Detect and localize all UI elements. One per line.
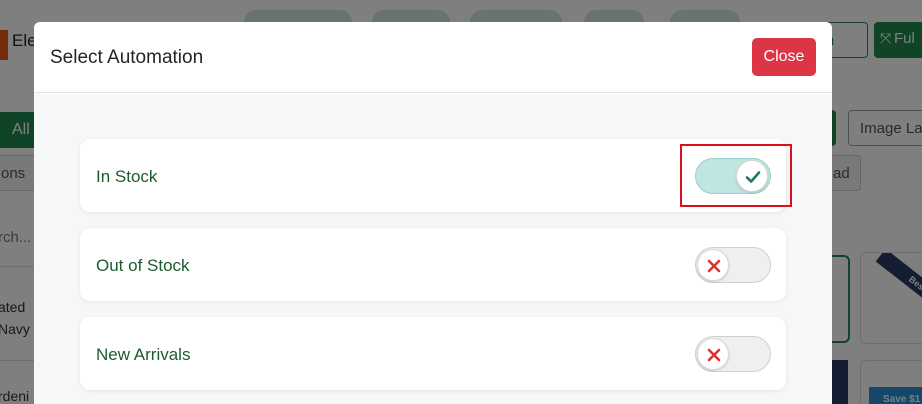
automation-row-out-of-stock: Out of Stock — [80, 228, 786, 301]
out-of-stock-toggle[interactable] — [695, 247, 771, 283]
x-icon — [707, 259, 721, 273]
x-icon — [707, 348, 721, 362]
modal-title: Select Automation — [50, 47, 204, 68]
automation-label: Out of Stock — [96, 256, 190, 275]
toggle-knob — [697, 338, 729, 370]
automation-label: In Stock — [96, 167, 158, 186]
automation-label: New Arrivals — [96, 345, 191, 364]
select-automation-modal: Select Automation Close In Stock Out of … — [34, 22, 832, 404]
modal-header: Select Automation Close — [34, 22, 832, 93]
modal-body: In Stock Out of Stock New Arrivals — [34, 94, 832, 404]
toggle-knob — [697, 249, 729, 281]
new-arrivals-toggle[interactable] — [695, 336, 771, 372]
automation-row-new-arrivals: New Arrivals — [80, 317, 786, 390]
highlight-box — [680, 144, 792, 207]
close-button[interactable]: Close — [752, 38, 816, 76]
